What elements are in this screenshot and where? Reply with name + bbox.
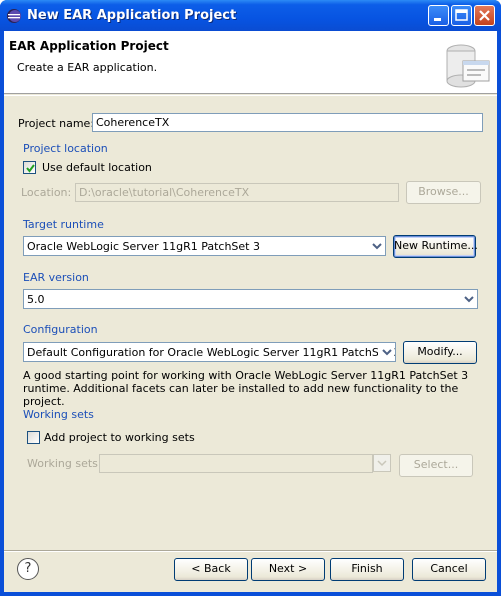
cancel-button[interactable]: Cancel — [412, 558, 486, 581]
location-input[interactable]: D:\oracle\tutorial\CoherenceTX — [75, 183, 399, 202]
footer-separator-highlight — [4, 551, 497, 552]
ear-version-section-label: EAR version — [23, 271, 89, 284]
target-runtime-section-label: Target runtime — [23, 218, 104, 231]
wizard-header: EAR Application Project Create a EAR app… — [4, 31, 497, 94]
dialog-window: New EAR Application Project EAR Applicat… — [0, 0, 501, 596]
target-runtime-value: Oracle WebLogic Server 11gR1 PatchSet 3 — [27, 240, 260, 253]
header-separator — [4, 95, 497, 96]
maximize-button[interactable] — [451, 5, 472, 26]
close-icon — [479, 10, 490, 21]
project-name-label: Project name: — [18, 117, 95, 130]
next-button[interactable]: Next > — [251, 558, 325, 581]
title-bar[interactable]: New EAR Application Project — [0, 0, 501, 31]
location-label: Location: — [21, 186, 72, 199]
help-icon[interactable]: ? — [17, 558, 39, 580]
eclipse-icon — [7, 9, 21, 23]
dialog-client-area: EAR Application Project Create a EAR app… — [4, 31, 497, 592]
use-default-location-label: Use default location — [42, 161, 152, 174]
configuration-description: A good starting point for working with O… — [23, 369, 469, 408]
working-sets-label: Working sets: — [27, 457, 102, 470]
window-title: New EAR Application Project — [27, 8, 237, 23]
working-sets-dropdown[interactable] — [373, 454, 391, 472]
maximize-icon — [455, 9, 468, 21]
configuration-select[interactable]: Default Configuration for Oracle WebLogi… — [23, 342, 396, 362]
page-description: Create a EAR application. — [17, 61, 158, 74]
browse-button[interactable]: Browse... — [406, 181, 481, 204]
chevron-down-icon[interactable] — [378, 344, 394, 360]
project-location-section-label: Project location — [23, 142, 108, 155]
chevron-down-icon[interactable] — [460, 291, 476, 307]
working-sets-input[interactable] — [99, 454, 373, 473]
modify-button[interactable]: Modify... — [403, 341, 477, 364]
page-title: EAR Application Project — [9, 39, 169, 53]
new-runtime-button[interactable]: New Runtime... — [393, 235, 478, 258]
checkmark-icon — [26, 164, 35, 173]
add-to-working-sets-checkbox[interactable] — [27, 431, 40, 444]
finish-button[interactable]: Finish — [330, 558, 404, 581]
use-default-location-checkbox[interactable] — [23, 161, 36, 174]
target-runtime-select[interactable]: Oracle WebLogic Server 11gR1 PatchSet 3 — [23, 236, 386, 256]
ear-version-select[interactable]: 5.0 — [23, 289, 478, 309]
configuration-section-label: Configuration — [23, 323, 98, 336]
back-button[interactable]: < Back — [174, 558, 248, 581]
working-sets-section-label: Working sets — [23, 408, 94, 421]
minimize-button[interactable] — [428, 5, 449, 26]
ear-project-wizard-icon — [446, 44, 490, 88]
configuration-value: Default Configuration for Oracle WebLogi… — [27, 346, 396, 359]
add-to-working-sets-label: Add project to working sets — [44, 431, 195, 444]
project-name-input[interactable]: CoherenceTX — [92, 113, 483, 132]
close-button[interactable] — [474, 5, 495, 26]
chevron-down-icon[interactable] — [368, 238, 384, 254]
chevron-down-icon — [377, 460, 387, 467]
minimize-icon — [434, 18, 441, 21]
ear-version-value: 5.0 — [27, 293, 45, 306]
select-working-sets-button[interactable]: Select... — [399, 454, 473, 477]
